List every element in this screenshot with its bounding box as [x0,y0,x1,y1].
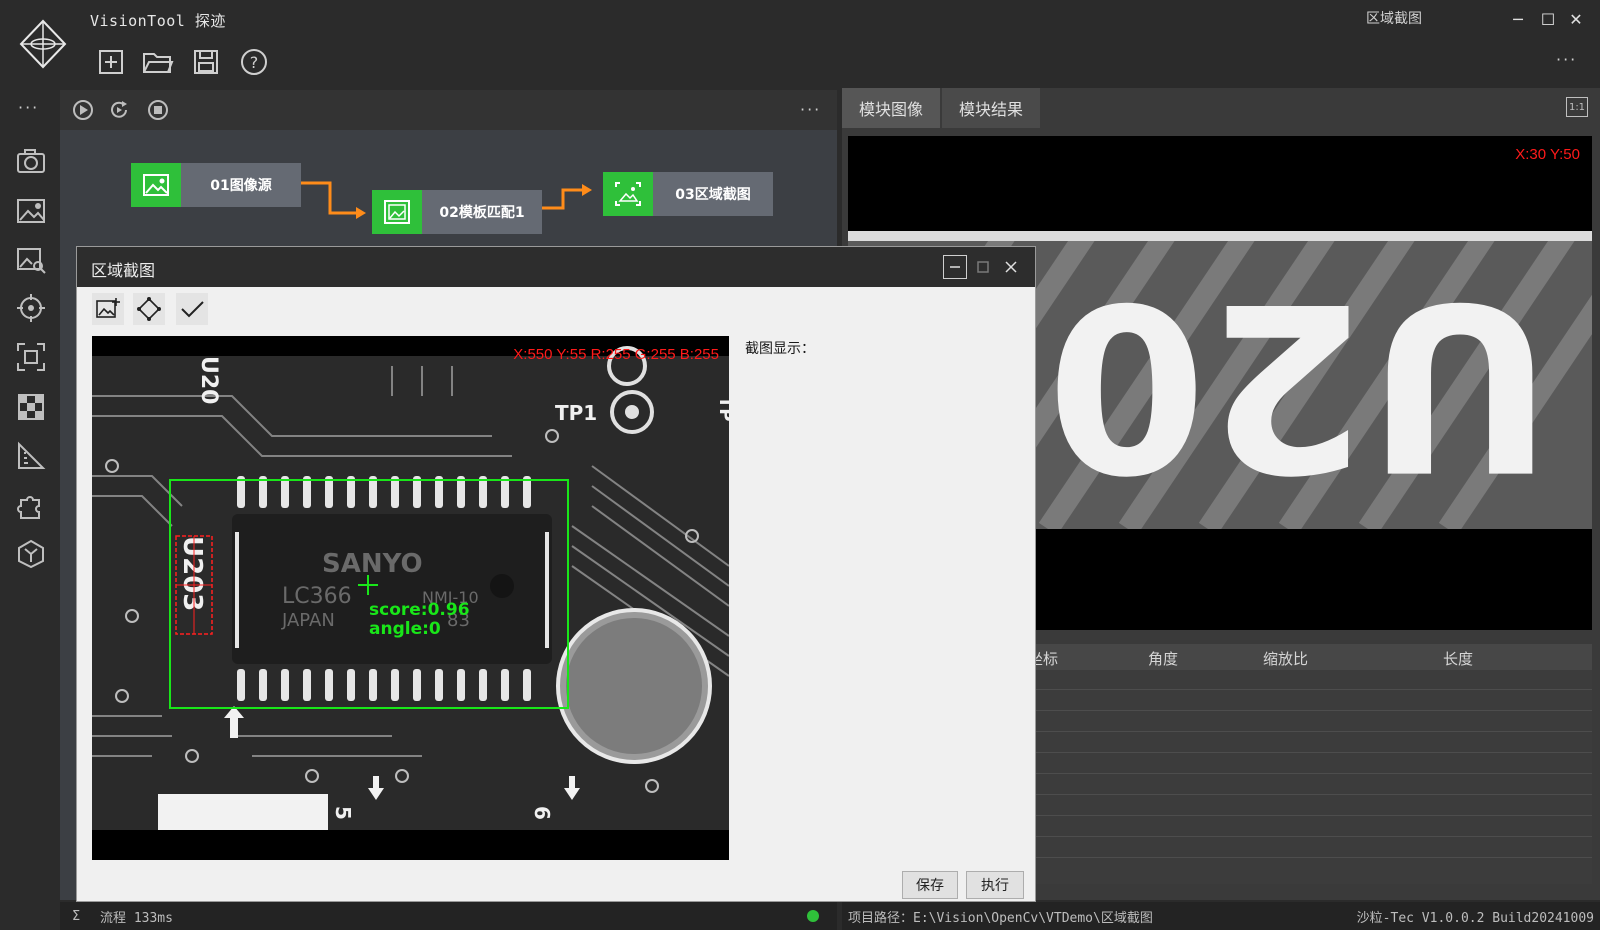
template-image-icon [372,190,422,234]
measure-icon[interactable] [14,439,48,473]
flow-node-region-crop[interactable]: 03区域截图 [603,172,773,216]
region-crop-dialog: 区域截图 TP1 U20 TP SANYO LC366 NMI-10 JAPAN… [76,246,1036,902]
version-label: 沙粒-Tec V1.0.0.2 Build20241009 [1356,910,1594,926]
svg-text:?: ? [250,53,259,72]
flow-more-button[interactable]: ··· [800,100,821,119]
image-settings-icon[interactable] [14,194,48,228]
flow-node-label: 02模板匹配1 [422,190,542,234]
close-button[interactable]: ✕ [1564,8,1588,30]
match-score-text: score:0.96 [369,600,470,620]
focus-icon[interactable] [14,340,48,374]
chip-brand-text: SANYO [322,549,423,579]
plugin-icon[interactable] [14,488,48,522]
dialog-close-button[interactable] [999,255,1023,279]
execute-button[interactable]: 执行 [966,871,1024,899]
title-more-button[interactable]: ··· [1556,50,1577,69]
column-header-angle: 角度 [1148,650,1179,668]
add-image-icon[interactable] [92,293,124,325]
new-file-icon[interactable] [93,44,129,80]
app-window: VisionTool 探迹 区域截图 ─ ☐ ✕ ··· ? ··· ··· 0… [0,0,1600,930]
help-icon[interactable]: ? [236,44,272,80]
dialog-maximize-button[interactable] [971,255,995,279]
flow-time: 流程 133ms [100,910,173,926]
image-search-icon[interactable] [14,243,48,277]
maximize-button[interactable]: ☐ [1536,8,1560,30]
save-icon[interactable] [188,44,224,80]
pcb-image: TP1 U20 TP SANYO LC366 NMI-10 JAPAN 83 U… [92,346,729,860]
tab-module-image[interactable]: 模块图像 [842,88,940,128]
project-path: 项目路径：E:\Vision\OpenCv\VTDemo\区域截图 [848,910,1153,926]
sigma-icon: Σ [72,908,81,924]
left-sidebar: ··· [0,90,60,930]
flow-node-template-match[interactable]: 02模板匹配1 [372,190,542,234]
target-icon[interactable] [14,291,48,325]
camera-icon[interactable] [14,144,48,178]
pixel-readout: X:550 Y:55 R:255 G:255 B:255 [513,346,719,363]
open-folder-icon[interactable] [140,44,176,80]
app-title: VisionTool 探迹 [90,12,226,30]
crop-display-label: 截图显示： [745,341,815,357]
flow-node-image-source[interactable]: 01图像源 [131,163,301,207]
flow-node-label: 01图像源 [181,163,301,207]
window-title: 区域截图 [1366,11,1422,27]
match-angle-text: angle:0 [369,619,441,639]
run-icon[interactable] [72,99,94,125]
save-button[interactable]: 保存 [902,871,958,899]
chip-ref-text: U203 [177,536,207,611]
image-icon [131,163,181,207]
status-indicator [807,910,819,922]
flow-node-label: 03区域截图 [653,172,773,216]
minimize-button[interactable]: ─ [1506,8,1530,30]
pcb-label-tp1: TP1 [555,401,597,425]
pcb-label-6: 6 [530,806,554,820]
pcb-label-tp: TP [715,396,729,421]
pcb-label-5: 5 [331,806,355,820]
pcb-label-u20: U20 [196,356,221,404]
chip-model-text: LC366 [282,584,352,609]
confirm-check-icon[interactable] [176,293,208,325]
module-coord-readout: X:30 Y:50 [1515,146,1580,163]
loop-run-icon[interactable] [108,99,130,125]
checkerboard-icon[interactable] [14,390,48,424]
column-header-scale: 缩放比 [1263,650,1309,668]
sidebar-more-button[interactable]: ··· [18,98,39,117]
dialog-image-canvas[interactable]: TP1 U20 TP SANYO LC366 NMI-10 JAPAN 83 U… [92,336,729,860]
app-logo-icon [18,18,68,70]
tab-module-result[interactable]: 模块结果 [942,88,1040,128]
stop-icon[interactable] [147,99,169,125]
rotate-roi-icon[interactable] [133,293,165,325]
flow-toolbar: ··· [60,90,837,130]
cube-icon[interactable] [14,537,48,571]
dialog-minimize-button[interactable] [943,255,967,279]
dialog-titlebar: 区域截图 [77,247,1035,287]
column-header-length: 长度 [1443,650,1474,668]
dialog-title: 区域截图 [91,261,156,280]
crop-image-icon [603,172,653,216]
zoom-1to1-button[interactable]: 1:1 [1566,97,1588,117]
project-status-bar: 项目路径：E:\Vision\OpenCv\VTDemo\区域截图 沙粒-Tec… [842,902,1600,930]
chip-origin-text: JAPAN [281,610,335,631]
flow-status-bar: Σ 流程 133ms [60,902,837,930]
